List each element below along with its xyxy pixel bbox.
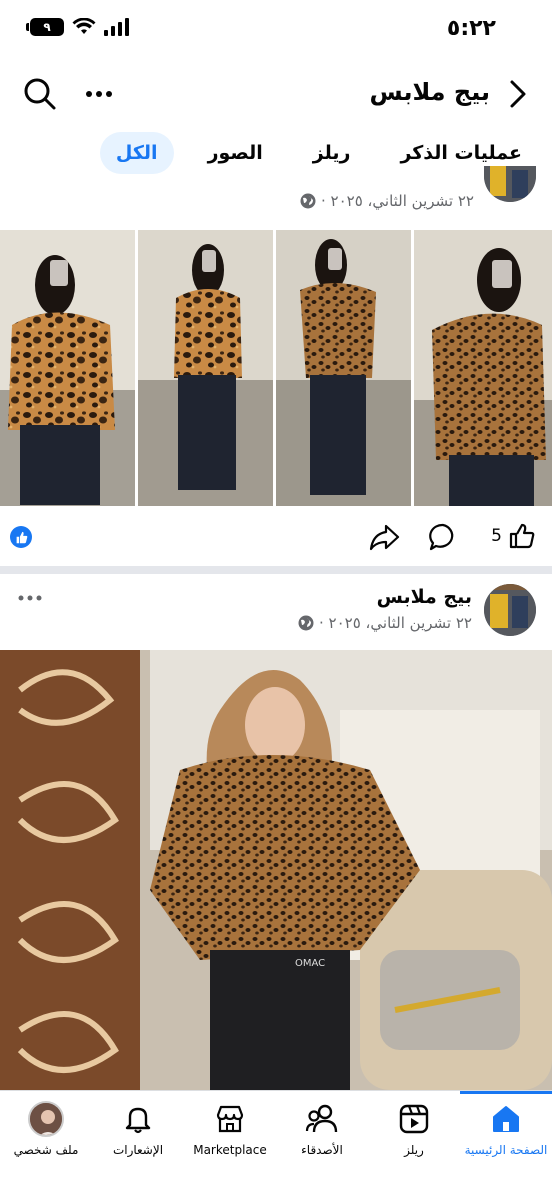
status-icons: ٩ (26, 18, 130, 36)
battery-icon: ٩ (26, 18, 64, 36)
post2-photo[interactable]: OMAC (0, 650, 552, 1090)
nav-reels-label: ريلز (404, 1143, 424, 1157)
gallery-photo-2[interactable] (138, 230, 273, 506)
gallery-photo-4[interactable] (414, 230, 552, 506)
post-divider (0, 566, 552, 574)
post1-actions: 5 (0, 512, 552, 562)
tab-reels[interactable]: ريلز (297, 132, 367, 174)
back-icon[interactable] (504, 78, 532, 110)
post1-date: ٢٢ تشرين الثاني، ٢٠٢٥ · (321, 192, 474, 210)
thumbs-up-icon (509, 523, 535, 549)
tab-photos[interactable]: الصور (192, 132, 279, 174)
nav-marketplace-label: Marketplace (193, 1143, 267, 1157)
nav-friends[interactable]: الأصدقاء (276, 1101, 368, 1157)
nav-notifications[interactable]: الإشعارات (92, 1101, 184, 1157)
nav-home[interactable]: الصفحة الرئيسية (460, 1101, 552, 1157)
globe-icon (300, 193, 316, 209)
active-tab-indicator (460, 1091, 552, 1094)
profile-avatar (28, 1101, 64, 1137)
gallery-photo-3[interactable] (276, 230, 411, 506)
page-title[interactable]: بيج ملابس (370, 78, 490, 106)
nav-friends-label: الأصدقاء (301, 1143, 343, 1157)
post2-avatar[interactable] (484, 584, 536, 636)
comment-icon[interactable] (428, 522, 458, 552)
gallery-photo-1[interactable] (0, 230, 135, 506)
nav-reels[interactable]: ريلز (368, 1101, 460, 1157)
post2-header: بيج ملابس ٢٢ تشرين الثاني، ٢٠٢٥ · (0, 580, 552, 646)
post2-author[interactable]: بيج ملابس (377, 586, 472, 608)
reels-icon (396, 1101, 432, 1137)
filter-tabs: الكل الصور ريلز عمليات الذكر (99, 132, 538, 174)
search-icon[interactable] (22, 76, 58, 112)
post1-avatar[interactable] (484, 166, 536, 202)
status-bar: ٩ ٥:٢٢ (0, 0, 552, 62)
nav-profile[interactable]: ملف شخصي (0, 1101, 92, 1157)
wifi-icon (72, 18, 96, 34)
status-time: ٥:٢٢ (446, 16, 496, 41)
globe-icon (298, 615, 314, 631)
tab-all[interactable]: الكل (99, 132, 174, 174)
marketplace-icon (212, 1101, 248, 1137)
nav-marketplace[interactable]: Marketplace (184, 1101, 276, 1157)
post1-header: ٢٢ تشرين الثاني، ٢٠٢٥ · (0, 166, 552, 222)
svg-text:OMAC: OMAC (295, 958, 325, 969)
post2-meta: ٢٢ تشرين الثاني، ٢٠٢٥ · (298, 614, 472, 632)
bottom-navigation: الصفحة الرئيسية ريلز الأصدقاء Marketplac… (0, 1090, 552, 1195)
nav-profile-label: ملف شخصي (13, 1143, 79, 1157)
friends-icon (304, 1101, 340, 1137)
more-options-icon[interactable] (16, 588, 44, 608)
like-count: 5 (491, 526, 502, 546)
post1-meta: ٢٢ تشرين الثاني، ٢٠٢٥ · (300, 192, 474, 210)
like-reaction-icon[interactable] (10, 526, 32, 548)
like-button[interactable]: 5 (491, 522, 536, 550)
post2-date: ٢٢ تشرين الثاني، ٢٠٢٥ · (319, 614, 472, 632)
post1-photo-gallery (0, 230, 552, 506)
home-icon (488, 1101, 524, 1137)
page-header: بيج ملابس (0, 62, 552, 126)
nav-home-label: الصفحة الرئيسية (464, 1143, 548, 1157)
share-icon[interactable] (368, 522, 400, 552)
more-options-icon[interactable] (84, 82, 114, 106)
bell-icon (120, 1101, 156, 1137)
signal-icon (104, 18, 129, 36)
nav-notifications-label: الإشعارات (112, 1143, 164, 1157)
